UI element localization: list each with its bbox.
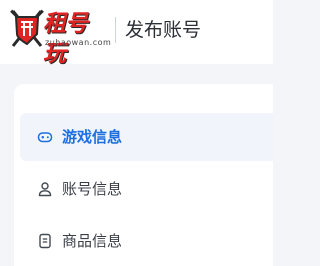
header-divider [115,17,116,43]
logo-domain: zuhaowan.com [45,38,112,47]
sidebar-item-game-info[interactable]: 游戏信息 [20,113,273,161]
shield-emblem-icon [10,9,44,47]
gamepad-icon [37,132,53,143]
site-logo[interactable]: 租号玩 zuhaowan.com [10,7,112,67]
sidebar-item-label: 账号信息 [62,180,123,198]
sidebar-item-label: 游戏信息 [62,128,123,146]
document-icon [39,233,51,249]
sidebar-item-label: 商品信息 [62,232,123,250]
sidebar-item-account-info[interactable]: 账号信息 [20,165,273,213]
page-title: 发布账号 [125,19,202,41]
user-icon [38,182,52,197]
top-header: 租号玩 zuhaowan.com 发布账号 [0,0,273,67]
step-sidebar: 游戏信息 账号信息 商品信息 [14,84,273,266]
sidebar-item-product-info[interactable]: 商品信息 [20,217,273,265]
